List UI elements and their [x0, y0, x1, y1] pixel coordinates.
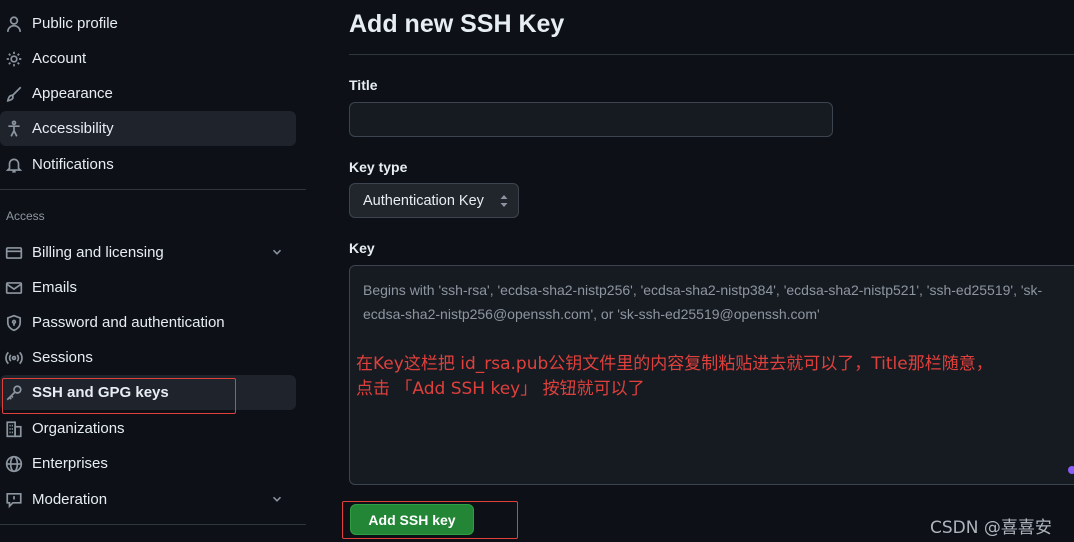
gear-icon [4, 49, 24, 69]
mail-icon [4, 278, 24, 298]
select-arrows-icon [499, 194, 509, 208]
chevron-down-icon[interactable] [270, 492, 286, 508]
sidebar-item-moderation[interactable]: Moderation [0, 482, 296, 517]
annotation-line-1: 在Key这栏把 id_rsa.pub公钥文件里的内容复制粘贴进去就可以了，Tit… [356, 354, 993, 374]
key-icon [4, 383, 24, 403]
sidebar-item-label: Billing and licensing [32, 244, 164, 261]
organization-icon [4, 419, 24, 439]
sidebar-item-accessibility[interactable]: Accessibility [0, 111, 296, 146]
sidebar-item-account[interactable]: Account [0, 41, 296, 76]
resize-handle[interactable] [1068, 466, 1074, 474]
sidebar-item-label: Accessibility [32, 120, 114, 137]
sidebar-item-password-authentication[interactable]: Password and authentication [0, 305, 296, 340]
sidebar-item-public-profile[interactable]: Public profile [0, 6, 296, 41]
sidebar-item-label: Organizations [32, 420, 125, 437]
sidebar-item-label: Account [32, 50, 87, 67]
sidebar-item-label: Appearance [32, 85, 113, 102]
sidebar-item-label: Emails [32, 279, 78, 296]
sidebar-item-label: Public profile [32, 15, 118, 32]
watermark: CSDN @喜喜安 [930, 518, 1052, 538]
sidebar-item-label: Moderation [32, 491, 108, 508]
key-type-select[interactable]: Authentication Key [349, 183, 519, 218]
accessibility-icon [4, 119, 24, 139]
globe-icon [4, 454, 24, 474]
sidebar-divider [0, 189, 306, 190]
sidebar-item-label: Enterprises [32, 455, 108, 472]
sidebar-item-ssh-gpg-keys[interactable]: SSH and GPG keys [0, 375, 296, 410]
sidebar-item-label: Notifications [32, 156, 114, 173]
key-textarea[interactable]: Begins with 'ssh-rsa', 'ecdsa-sha2-nistp… [349, 265, 1074, 485]
sidebar-item-appearance[interactable]: Appearance [0, 76, 296, 111]
sidebar-item-label: Password and authentication [32, 314, 225, 331]
sidebar-divider [0, 524, 306, 525]
settings-sidebar: Public profile Account Appearance Access… [0, 0, 306, 542]
key-type-label: Key type [349, 159, 408, 175]
sidebar-item-notifications[interactable]: Notifications [0, 147, 296, 182]
settings-page: Public profile Account Appearance Access… [0, 0, 1074, 542]
key-type-value: Authentication Key [363, 192, 484, 209]
paintbrush-icon [4, 84, 24, 104]
key-field-label: Key [349, 240, 375, 256]
add-ssh-key-button[interactable]: Add SSH key [350, 504, 474, 535]
credit-card-icon [4, 243, 24, 263]
chevron-down-icon[interactable] [270, 245, 286, 261]
report-icon [4, 490, 24, 510]
shield-lock-icon [4, 313, 24, 333]
sidebar-item-emails[interactable]: Emails [0, 270, 296, 305]
sidebar-item-organizations[interactable]: Organizations [0, 411, 296, 446]
key-placeholder-text: Begins with 'ssh-rsa', 'ecdsa-sha2-nistp… [363, 282, 1043, 322]
title-divider [349, 54, 1074, 55]
bell-icon [4, 155, 24, 175]
title-input[interactable] [349, 102, 833, 137]
annotation-line-2: 点击 「Add SSH key」 按钮就可以了 [356, 379, 645, 399]
person-icon [4, 14, 24, 34]
broadcast-icon [4, 348, 24, 368]
sidebar-item-label: SSH and GPG keys [32, 384, 169, 401]
sidebar-item-sessions[interactable]: Sessions [0, 340, 296, 375]
sidebar-section-label: Access [6, 209, 45, 223]
instruction-annotation: 在Key这栏把 id_rsa.pub公钥文件里的内容复制粘贴进去就可以了，Tit… [356, 352, 1071, 402]
sidebar-item-label: Sessions [32, 349, 93, 366]
sidebar-item-enterprises[interactable]: Enterprises [0, 446, 296, 481]
title-field-label: Title [349, 77, 378, 93]
sidebar-item-billing[interactable]: Billing and licensing [0, 235, 296, 270]
page-title: Add new SSH Key [349, 10, 565, 38]
